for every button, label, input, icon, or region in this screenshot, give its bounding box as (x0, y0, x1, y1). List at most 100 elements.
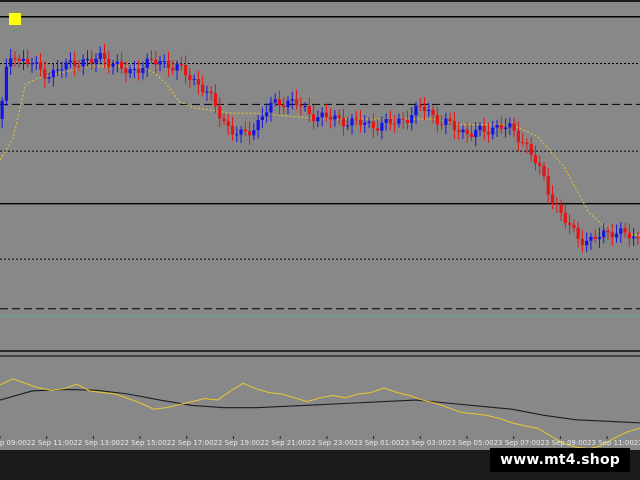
candle-body-21 (90, 59, 94, 64)
candle-body-54 (230, 125, 235, 135)
candle-body-141 (602, 230, 606, 238)
candle-body-91 (388, 118, 392, 124)
candle-body-0 (0, 100, 4, 119)
candle-body-149 (636, 236, 640, 239)
candle-body-60 (256, 119, 260, 131)
candle-body-118 (504, 127, 508, 130)
candle-body-14 (60, 69, 64, 71)
candle-body-133 (568, 222, 572, 225)
time-label-8: 23 Sep 01:00 (354, 439, 401, 447)
candle-body-78 (333, 115, 337, 120)
candle-body-2 (9, 58, 13, 67)
candle-body-147 (627, 232, 631, 239)
candle-body-126 (538, 163, 542, 166)
candle-body-132 (563, 212, 567, 223)
time-label-1: 22 Sep 11:00 (27, 439, 74, 447)
candle-body-84 (358, 119, 363, 125)
candle-body-66 (282, 105, 286, 108)
candle-body-18 (77, 66, 81, 68)
candle-body-110 (469, 133, 474, 138)
candle-body-99 (422, 106, 427, 112)
candle-body-46 (196, 78, 200, 85)
candle-body-130 (555, 203, 559, 205)
candle-body-120 (512, 123, 516, 131)
candle-body-139 (593, 236, 597, 240)
candle-body-4 (17, 58, 21, 61)
time-label-14: 23 Sep 13:00 (634, 439, 640, 447)
candle-body-33 (141, 67, 145, 74)
candle-body-25 (107, 58, 111, 67)
candle-body-28 (120, 61, 124, 69)
candle-body-121 (516, 130, 520, 142)
candle-body-108 (461, 129, 465, 133)
candle-body-93 (397, 118, 401, 124)
candle-body-86 (367, 121, 371, 123)
chart-window[interactable]: 22 Sep 09:0022 Sep 11:0022 Sep 13:0022 S… (0, 0, 640, 480)
candle-body-70 (299, 104, 303, 107)
candle-body-74 (316, 117, 320, 122)
candle-body-64 (273, 99, 277, 103)
candle-body-104 (444, 118, 448, 125)
candle-body-128 (546, 176, 550, 195)
candle-body-56 (239, 129, 243, 135)
candle-body-59 (252, 130, 256, 136)
candle-body-88 (376, 128, 380, 131)
candle-body-48 (205, 91, 209, 93)
candle-body-89 (380, 122, 384, 131)
candle-body-85 (363, 122, 367, 125)
candle-body-69 (294, 99, 299, 105)
candle-body-97 (414, 105, 418, 116)
candle-body-83 (354, 118, 358, 120)
candle-body-27 (115, 61, 119, 64)
candle-body-100 (427, 109, 431, 112)
time-label-4: 22 Sep 17:00 (167, 439, 214, 447)
candle-body-26 (111, 63, 115, 67)
watermark-logo: www.mt4.shop (490, 448, 630, 472)
candle-body-127 (542, 165, 546, 177)
candle-body-38 (162, 60, 166, 62)
candle-body-148 (632, 236, 636, 239)
candle-body-22 (94, 58, 98, 64)
candle-body-40 (171, 68, 175, 71)
candle-body-140 (597, 237, 602, 240)
candle-body-95 (405, 119, 410, 123)
time-label-6: 22 Sep 21:00 (260, 439, 307, 447)
candle-body-9 (38, 62, 43, 70)
candle-body-24 (102, 52, 107, 59)
time-label-3: 22 Sep 15:00 (120, 439, 167, 447)
candle-body-7 (30, 63, 34, 65)
candle-body-144 (614, 233, 619, 238)
candle-body-106 (452, 121, 456, 131)
candle-body-62 (265, 112, 269, 117)
candle-body-75 (320, 112, 324, 118)
candle-body-96 (410, 115, 414, 123)
time-label-5: 22 Sep 19:00 (214, 439, 261, 447)
candle-body-71 (303, 105, 307, 107)
candle-body-92 (393, 123, 397, 125)
oscillator-panel[interactable] (0, 352, 640, 436)
candle-body-77 (329, 117, 333, 120)
candle-body-101 (431, 109, 435, 115)
candle-body-145 (619, 228, 623, 234)
candle-body-29 (124, 68, 128, 74)
candle-body-11 (47, 77, 51, 79)
candle-body-112 (478, 125, 482, 131)
candle-body-135 (576, 227, 580, 239)
candle-body-122 (521, 141, 525, 143)
candle-body-146 (623, 228, 627, 233)
candle-body-117 (499, 125, 503, 130)
candle-body-76 (324, 112, 328, 118)
candle-body-8 (34, 62, 38, 64)
candle-body-80 (341, 118, 346, 127)
time-label-12: 23 Sep 09:00 (540, 439, 587, 447)
candle-body-49 (209, 91, 213, 94)
candle-body-15 (64, 62, 68, 70)
candle-body-79 (337, 115, 341, 119)
marker-square[interactable] (9, 13, 21, 25)
candle-body-52 (222, 118, 226, 122)
candle-body-57 (243, 129, 247, 132)
candle-body-12 (51, 70, 55, 78)
time-label-9: 23 Sep 03:00 (400, 439, 447, 447)
time-label-0: 22 Sep 09:00 (0, 439, 27, 447)
candle-body-134 (572, 224, 576, 228)
